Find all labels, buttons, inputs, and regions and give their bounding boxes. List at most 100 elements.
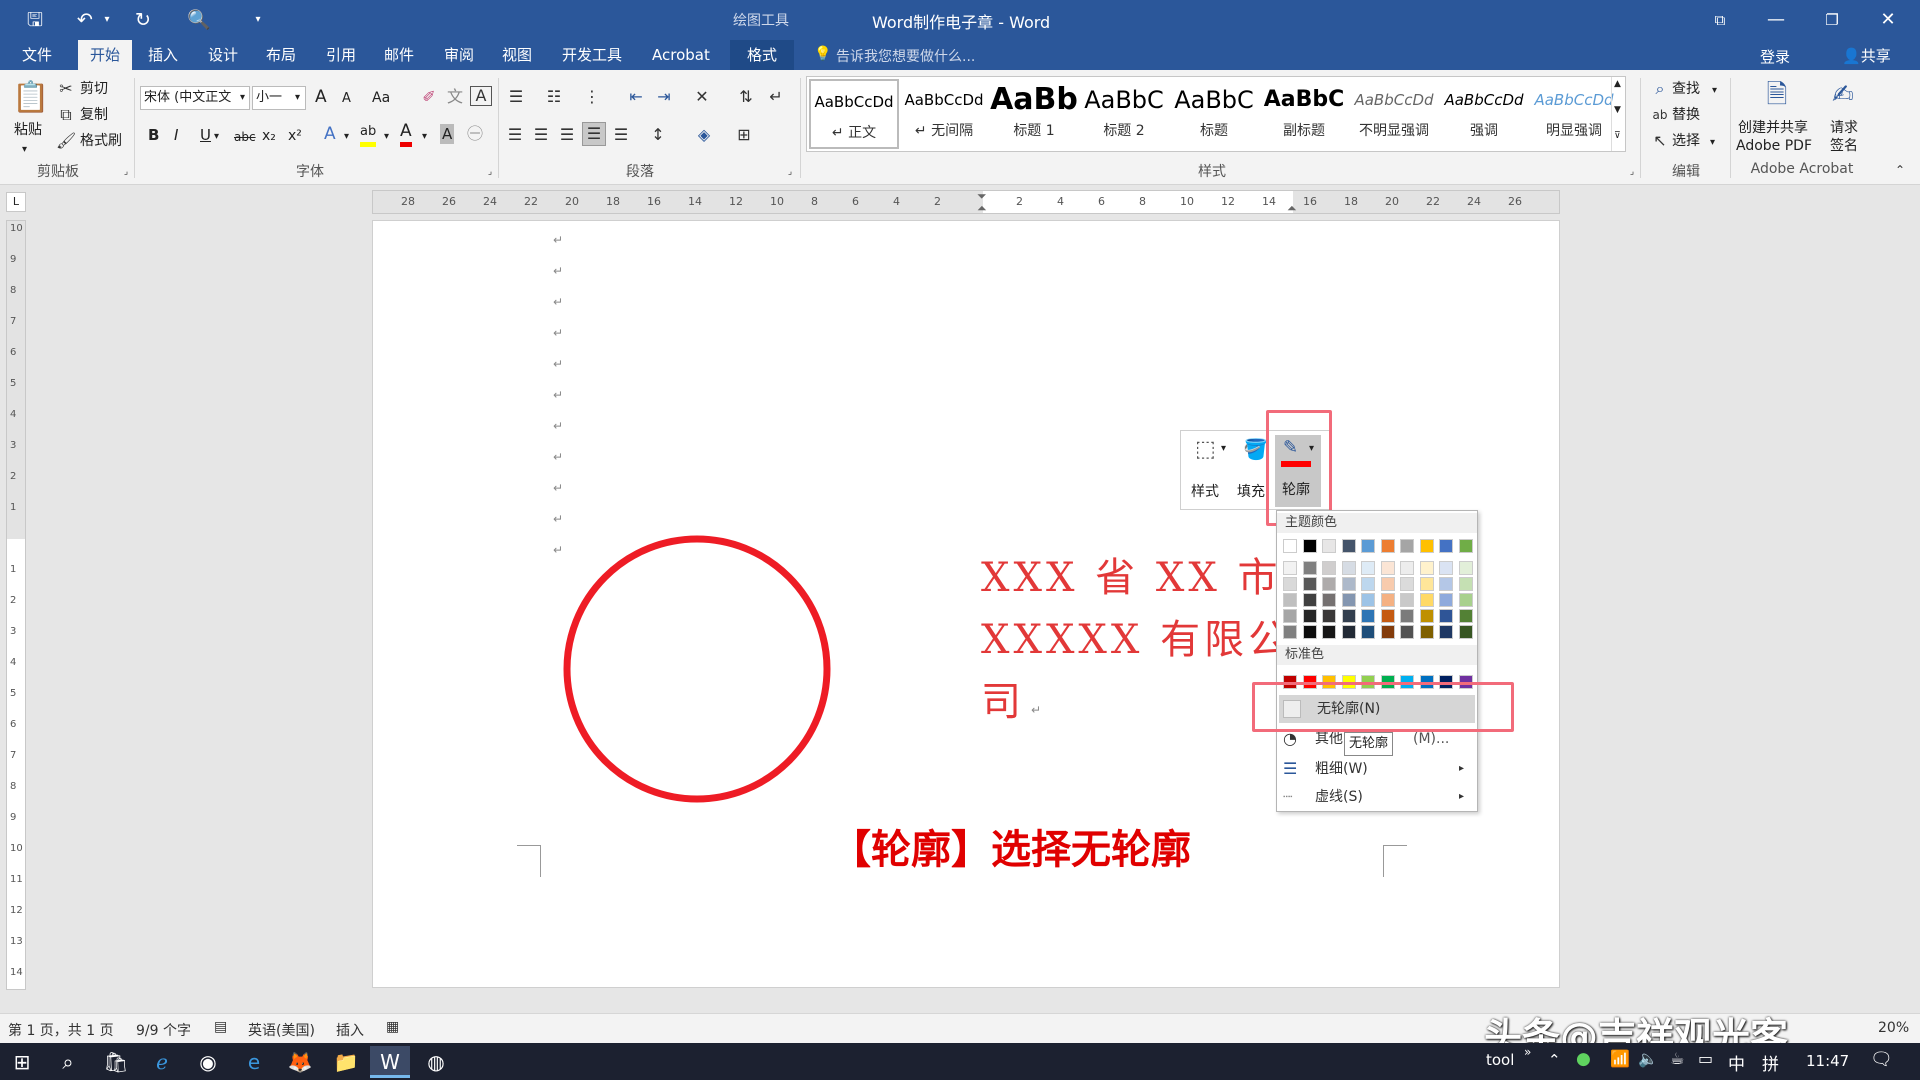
show-marks-icon[interactable]: ↵	[764, 86, 788, 108]
chevron-up-icon[interactable]: ▲	[1614, 79, 1621, 89]
fill-button[interactable]: 填充	[1237, 481, 1265, 501]
theme-shade-swatch[interactable]	[1302, 577, 1317, 591]
horizontal-ruler[interactable]: 28 26 24 22 20 18 16 14 12 10 8 6 4 2 2 4 6 8 10 12 14 16 18 20…	[372, 189, 1560, 216]
windows-start-icon[interactable]: ⊞	[2, 1046, 42, 1078]
font-launcher-icon[interactable]: ⌟	[484, 166, 496, 178]
shape-style-icon[interactable]: ⬚	[1195, 437, 1216, 462]
theme-shade-swatch[interactable]	[1458, 561, 1473, 575]
tab-file[interactable]: 文件	[18, 40, 56, 70]
theme-shade-swatch[interactable]	[1302, 625, 1317, 639]
distributed-icon[interactable]: ☰	[610, 124, 632, 146]
theme-shade-swatch[interactable]	[1400, 577, 1414, 591]
wechat-icon[interactable]: ●	[1576, 1049, 1591, 1069]
theme-shade-swatch[interactable]	[1283, 593, 1297, 607]
customize-qat-icon[interactable]: ▾	[250, 6, 266, 34]
line-spacing-icon[interactable]: ↕	[644, 124, 672, 146]
theme-shade-swatch[interactable]	[1341, 625, 1356, 639]
save-icon[interactable]: 🖫	[22, 6, 48, 34]
borders-icon[interactable]: ⊞	[730, 124, 758, 146]
style-title[interactable]: AaBbC 标题	[1169, 79, 1259, 151]
minimize-button[interactable]: —	[1748, 0, 1804, 40]
select-dropdown-icon[interactable]: ▾	[1710, 133, 1715, 153]
theme-shade-swatch[interactable]	[1400, 561, 1414, 575]
font-color-button[interactable]: A	[400, 120, 412, 147]
search-icon[interactable]: ⌕	[48, 1046, 88, 1078]
sort-icon[interactable]: ⇅	[734, 86, 758, 108]
text-effects-dropdown-icon[interactable]: ▾	[344, 127, 349, 147]
style-no-spacing[interactable]: AaBbCcDd ↵ 无间隔	[899, 79, 989, 151]
theme-shade-swatch[interactable]	[1361, 609, 1375, 623]
font-name-dropdown-icon[interactable]: ▾	[240, 88, 245, 108]
toolbar-label[interactable]: tool	[1486, 1051, 1514, 1069]
theme-color-swatch[interactable]	[1439, 539, 1453, 553]
style-emphasis[interactable]: AaBbCcDd 强调	[1439, 79, 1529, 151]
theme-shade-swatch[interactable]	[1283, 561, 1297, 575]
shrink-font-button[interactable]: A	[342, 89, 351, 109]
highlight-dropdown-icon[interactable]: ▾	[384, 127, 389, 147]
find-button[interactable]: 查找	[1672, 79, 1700, 99]
theme-shade-swatch[interactable]	[1380, 577, 1395, 591]
seal-text-line1[interactable]: XXX 省 XX 市	[981, 545, 1282, 603]
tray-expand-icon[interactable]: ⌃	[1548, 1051, 1561, 1069]
tab-insert[interactable]: 插入	[144, 40, 182, 70]
theme-color-swatch[interactable]	[1419, 539, 1434, 553]
proofing-icon[interactable]: ▤	[214, 1019, 227, 1035]
align-right-icon[interactable]: ☰	[556, 124, 578, 146]
style-normal[interactable]: AaBbCcDd ↵ 正文	[809, 79, 899, 149]
char-shading-button[interactable]: A	[440, 124, 455, 144]
theme-shade-swatch[interactable]	[1361, 561, 1375, 575]
restore-button[interactable]: ❐	[1804, 0, 1860, 40]
theme-shade-swatch[interactable]	[1302, 593, 1317, 607]
theme-color-swatch[interactable]	[1380, 539, 1395, 553]
word-icon[interactable]: W	[370, 1046, 410, 1078]
theme-color-swatch[interactable]	[1341, 539, 1356, 553]
theme-shade-swatch[interactable]	[1283, 609, 1297, 623]
tray-app-icon[interactable]: ☕	[1670, 1049, 1684, 1068]
theme-shade-swatch[interactable]	[1380, 593, 1395, 607]
request-sign-line2[interactable]: 签名	[1830, 136, 1858, 156]
request-sign-line1[interactable]: 请求	[1830, 118, 1858, 138]
format-painter-button[interactable]: 格式刷	[80, 131, 122, 151]
style-button[interactable]: 样式	[1191, 481, 1219, 501]
seal-text-line2[interactable]: XXXXX 有限公	[981, 607, 1292, 665]
theme-shade-swatch[interactable]	[1439, 577, 1453, 591]
right-indent-marker[interactable]: ⏶	[1287, 201, 1297, 216]
bold-button[interactable]: B	[148, 125, 159, 145]
theme-shade-swatch[interactable]	[1419, 609, 1434, 623]
macro-record-icon[interactable]: ▦	[386, 1019, 399, 1035]
print-preview-icon[interactable]: 🔍	[186, 6, 212, 34]
insert-mode[interactable]: 插入	[336, 1020, 364, 1040]
theme-shade-swatch[interactable]	[1361, 593, 1375, 607]
paste-icon[interactable]: 📋	[12, 76, 49, 120]
app-icon[interactable]: ◍	[416, 1046, 456, 1078]
style-dropdown-icon[interactable]: ▾	[1221, 443, 1226, 454]
styles-scroll[interactable]: ▲ ▼ ⊽	[1611, 77, 1625, 151]
theme-shade-swatch[interactable]	[1380, 625, 1395, 639]
volume-icon[interactable]: 🔈	[1638, 1049, 1658, 1068]
theme-color-swatch[interactable]	[1361, 539, 1375, 553]
clear-format-icon[interactable]: ✐	[418, 86, 440, 108]
network-icon[interactable]: 📶	[1610, 1049, 1630, 1068]
strikethrough-button[interactable]: abc	[234, 127, 256, 147]
firefox-icon[interactable]: 🦊	[280, 1046, 320, 1078]
share-button[interactable]: 👤共享	[1842, 45, 1891, 66]
theme-shade-swatch[interactable]	[1419, 561, 1434, 575]
theme-shade-swatch[interactable]	[1439, 625, 1453, 639]
theme-color-swatch[interactable]	[1322, 539, 1336, 553]
weight-item[interactable]: ☰ 粗细(W) ▸	[1279, 755, 1475, 783]
login-link[interactable]: 登录	[1760, 46, 1790, 67]
theme-shade-swatch[interactable]	[1283, 577, 1297, 591]
bullets-icon[interactable]: ☰	[504, 86, 528, 108]
enclose-char-icon[interactable]: ㊀	[464, 123, 486, 145]
theme-shade-swatch[interactable]	[1419, 577, 1434, 591]
dashes-item[interactable]: ┈ 虚线(S) ▸	[1279, 783, 1475, 811]
left-indent-marker[interactable]: ⏶	[977, 201, 987, 216]
theme-shade-swatch[interactable]	[1380, 561, 1395, 575]
paste-button[interactable]: 粘贴	[14, 120, 42, 140]
paragraph-launcher-icon[interactable]: ⌟	[784, 166, 796, 178]
chevron-down-icon[interactable]: ▼	[1614, 105, 1621, 115]
theme-shade-swatch[interactable]	[1341, 593, 1356, 607]
chrome-icon[interactable]: ◉	[188, 1046, 228, 1078]
theme-color-swatch[interactable]	[1302, 539, 1317, 553]
find-dropdown-icon[interactable]: ▾	[1712, 81, 1717, 101]
